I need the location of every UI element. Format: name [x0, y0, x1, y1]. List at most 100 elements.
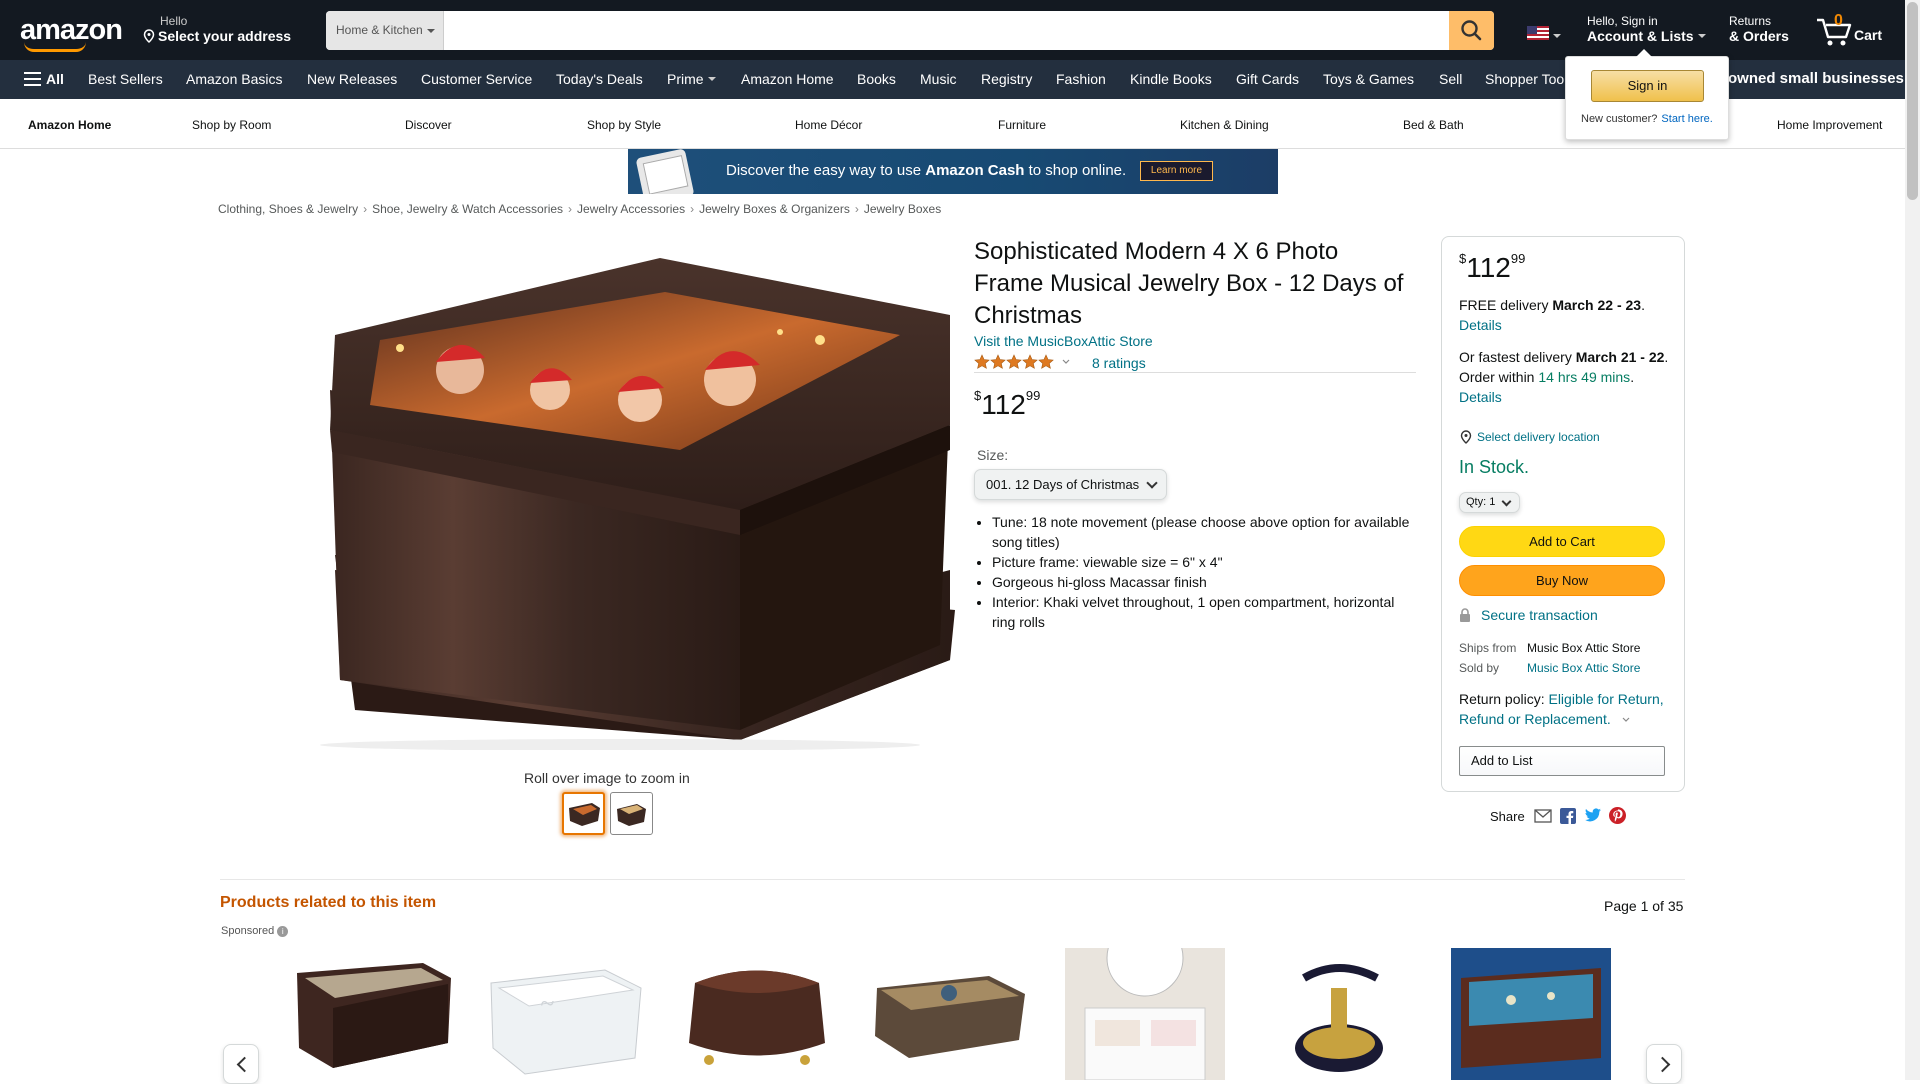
breadcrumb-link[interactable]: Clothing, Shoes & Jewelry	[218, 202, 358, 216]
subnav-item[interactable]: Kitchen & Dining	[1180, 118, 1269, 132]
scrollbar-thumb[interactable]	[1907, 2, 1918, 200]
fastest-delivery: Or fastest delivery March 21 - 22. Order…	[1459, 349, 1669, 405]
thumbnail-1[interactable]	[562, 792, 605, 835]
add-to-list-button[interactable]: Add to List	[1459, 746, 1665, 776]
subnav-item[interactable]: Home Décor	[795, 118, 862, 132]
thumbnail-2[interactable]	[610, 792, 653, 835]
product-image[interactable]	[260, 240, 955, 750]
breadcrumb-link[interactable]: Jewelry Accessories	[577, 202, 685, 216]
nav-item[interactable]: Best Sellers	[88, 71, 163, 87]
feature-bullet: Gorgeous hi-gloss Macassar finish	[992, 572, 1414, 592]
carousel-next-button[interactable]	[1646, 1044, 1682, 1084]
subnav-item[interactable]: Bed & Bath	[1403, 118, 1464, 132]
carousel-prev-button[interactable]	[223, 1044, 259, 1084]
subnav-item[interactable]: Shop by Style	[587, 118, 661, 132]
nav-item[interactable]: Kindle Books	[1130, 71, 1212, 87]
thumbnail-image	[569, 803, 600, 826]
location-pin-icon	[1460, 430, 1472, 444]
size-dropdown[interactable]: 001. 12 Days of Christmas	[974, 469, 1167, 500]
breadcrumb-link[interactable]: Jewelry Boxes	[864, 202, 941, 216]
page-scrollbar[interactable]	[1905, 0, 1920, 1080]
breadcrumb-link[interactable]: Shoe, Jewelry & Watch Accessories	[372, 202, 563, 216]
fastest-delivery-text: Or fastest delivery	[1459, 349, 1576, 365]
subnav-item[interactable]: Discover	[405, 118, 452, 132]
related-product-image[interactable]	[1065, 948, 1225, 1080]
subnav-item[interactable]: Furniture	[998, 118, 1046, 132]
learn-more-button[interactable]: Learn more	[1140, 161, 1213, 181]
start-here-link[interactable]: Start here.	[1661, 113, 1712, 125]
chevron-right-icon: ›	[854, 202, 859, 216]
twitter-icon[interactable]	[1584, 808, 1602, 823]
nav-all[interactable]: All	[46, 71, 64, 87]
facebook-icon[interactable]	[1559, 808, 1576, 824]
chevron-down-icon[interactable]	[1621, 716, 1631, 724]
nav-item[interactable]: Fashion	[1056, 71, 1106, 87]
related-product-image[interactable]	[1451, 948, 1611, 1080]
cart[interactable]: 0 Cart	[1815, 12, 1905, 48]
breadcrumb-link[interactable]: Jewelry Boxes & Organizers	[699, 202, 850, 216]
fastest-details-link[interactable]: Details	[1459, 389, 1502, 405]
signin-flyout: Sign in New customer? Start here.	[1565, 49, 1729, 140]
email-icon[interactable]	[1534, 809, 1552, 823]
add-to-cart-button[interactable]: Add to Cart	[1459, 526, 1665, 557]
share-row: Share	[1490, 807, 1627, 824]
size-label: Size:	[977, 447, 1009, 463]
cart-count: 0	[1834, 12, 1843, 29]
buy-now-button[interactable]: Buy Now	[1459, 565, 1665, 596]
delivery-location[interactable]: Select delivery location	[1459, 430, 1600, 444]
nav-item[interactable]: Gift Cards	[1236, 71, 1299, 87]
engraving-decoration: ~	[540, 989, 554, 1018]
fastest-delivery-date: March 21 - 22	[1575, 349, 1665, 365]
related-title: Products related to this item	[220, 894, 437, 911]
secure-transaction[interactable]: Secure transaction	[1459, 607, 1598, 623]
related-product-image[interactable]	[677, 948, 837, 1080]
subnav-item[interactable]: Shop by Room	[192, 118, 271, 132]
free-delivery-text: FREE delivery	[1459, 297, 1553, 313]
nav-item[interactable]: Amazon Basics	[186, 71, 282, 87]
account-lists[interactable]: Hello, Sign in Account & Lists	[1587, 14, 1706, 44]
search-button[interactable]	[1449, 11, 1494, 50]
nav-item[interactable]: Shopper Toolkit	[1485, 71, 1567, 87]
delivery-details-link[interactable]: Details	[1459, 317, 1502, 333]
nav-item-prime[interactable]: Prime	[667, 71, 716, 87]
info-icon[interactable]: i	[277, 926, 289, 937]
return-policy: Return policy: Eligible for Return, Refu…	[1459, 689, 1674, 729]
nav-item[interactable]: Registry	[981, 71, 1032, 87]
search-category-dropdown[interactable]: Home & Kitchen	[326, 11, 444, 50]
countdown: 14 hrs 49 mins	[1538, 369, 1631, 385]
nav-item[interactable]: New Releases	[307, 71, 397, 87]
subnav-item[interactable]: Home Improvement	[1777, 118, 1882, 132]
quantity-dropdown[interactable]: Qty: 1	[1459, 492, 1520, 513]
select-delivery-location-link[interactable]: Select delivery location	[1477, 430, 1600, 444]
hamburger-menu-icon[interactable]	[24, 72, 41, 86]
nav-item[interactable]: Amazon Home	[741, 71, 834, 87]
related-product-image[interactable]: ~	[485, 948, 645, 1080]
sponsored-label: Sponsored i	[221, 925, 289, 937]
sold-by-link[interactable]: Music Box Attic Store	[1527, 661, 1640, 675]
pinterest-icon[interactable]	[1609, 807, 1627, 824]
secure-transaction-link[interactable]: Secure transaction	[1481, 607, 1598, 623]
store-link[interactable]: Visit the MusicBoxAttic Store	[974, 333, 1153, 349]
section-divider	[220, 879, 1685, 880]
related-product-image[interactable]	[1259, 948, 1419, 1080]
related-product-image[interactable]	[293, 948, 453, 1080]
search-input[interactable]	[444, 11, 1444, 50]
returns-orders[interactable]: Returns & Orders	[1729, 14, 1789, 44]
nav-item[interactable]: Sell	[1439, 71, 1462, 87]
nav-item[interactable]: Today's Deals	[556, 71, 643, 87]
nav-item[interactable]: Music	[920, 71, 957, 87]
ratings-link[interactable]: 8 ratings	[1092, 355, 1146, 371]
nav-item[interactable]: Books	[857, 71, 896, 87]
related-product-image[interactable]	[869, 948, 1029, 1080]
ad-banner[interactable]: Discover the easy way to use Amazon Cash…	[628, 149, 1278, 194]
subnav-item[interactable]: Amazon Home	[28, 118, 111, 132]
nav-promo[interactable]: owned small businesses	[1728, 70, 1904, 87]
nav-item[interactable]: Toys & Games	[1323, 71, 1414, 87]
nav-item[interactable]: Customer Service	[421, 71, 532, 87]
deliver-to[interactable]: Hello Select your address	[143, 14, 291, 44]
free-delivery: FREE delivery March 22 - 23. Details	[1459, 297, 1645, 333]
us-flag-icon[interactable]	[1527, 26, 1549, 40]
signin-button[interactable]: Sign in	[1591, 70, 1704, 102]
chevron-down-icon	[707, 77, 716, 85]
chevron-down-icon	[1697, 34, 1706, 42]
